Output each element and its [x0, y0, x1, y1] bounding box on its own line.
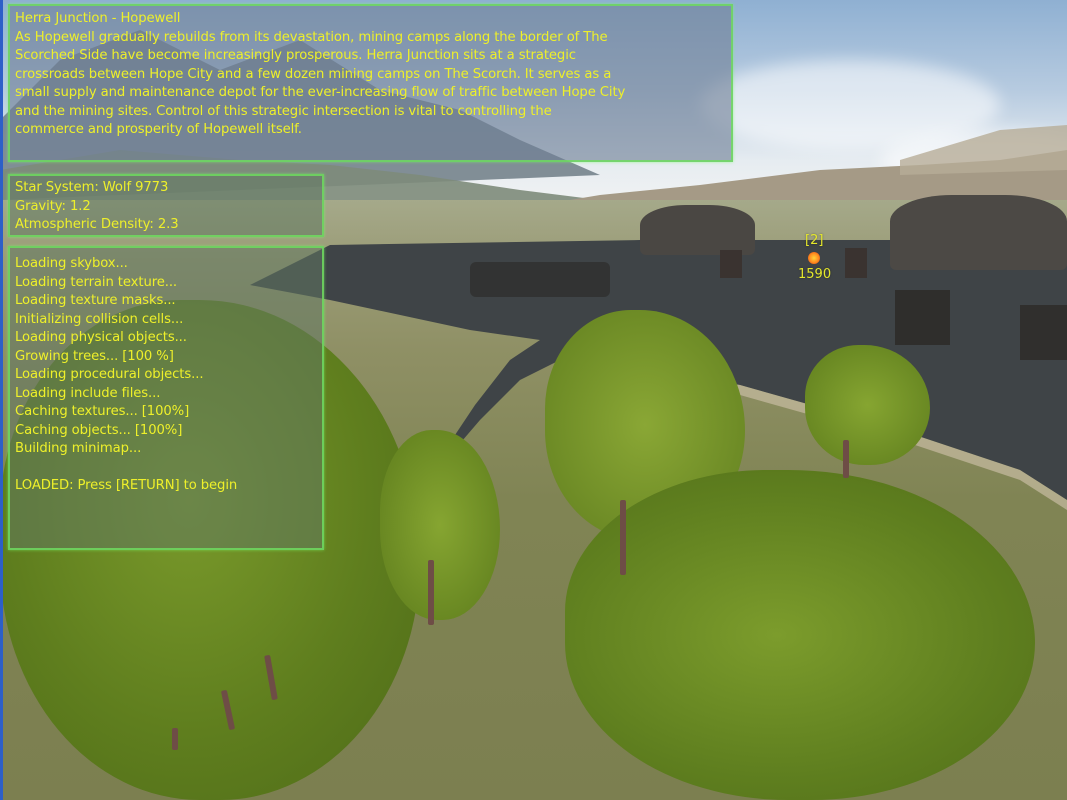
tree-trunk — [843, 440, 849, 478]
log-line: Loading skybox... — [15, 256, 128, 271]
briefing-line: crossroads between Hope City and a few d… — [15, 66, 612, 82]
log-line: Building minimap... — [15, 441, 142, 456]
nav-point-icon[interactable] — [808, 252, 820, 264]
star-system-label: Star System: Wolf 9773 — [15, 180, 169, 195]
briefing-line: Scorched Side have become increasingly p… — [15, 48, 576, 63]
log-line: Caching objects... [100%] — [15, 422, 183, 438]
vehicle — [720, 250, 742, 278]
log-line: Loading texture masks... — [15, 293, 176, 308]
gravity-label: Gravity: 1.2 — [15, 198, 91, 214]
mission-briefing-panel: Herra Junction - Hopewell As Hopewell gr… — [8, 4, 733, 162]
log-line: Initializing collision cells... — [15, 311, 184, 327]
log-line: Loading procedural objects... — [15, 367, 204, 382]
nav-marker-distance: 1590 — [798, 267, 832, 282]
vehicle-cluster — [470, 262, 610, 297]
briefing-line: and the mining sites. Control of this st… — [15, 103, 552, 119]
loading-log-panel: Loading skybox... Loading terrain textur… — [8, 246, 324, 550]
log-line: Loading terrain texture... — [15, 274, 178, 290]
tree-trunk — [620, 500, 626, 575]
tree-trunk — [172, 728, 178, 750]
tree-canopy — [805, 345, 930, 465]
briefing-line: commerce and prosperity of Hopewell itse… — [15, 122, 302, 137]
loaded-prompt[interactable]: LOADED: Press [RETURN] to begin — [15, 477, 317, 496]
log-line: Loading include files... — [15, 385, 161, 401]
mission-title: Herra Junction - Hopewell — [15, 11, 181, 26]
vehicle — [1020, 305, 1067, 360]
atmospheric-density-label: Atmospheric Density: 2.3 — [15, 217, 179, 232]
log-line-blank — [15, 459, 317, 478]
nav-marker-label: [2] — [805, 233, 824, 248]
briefing-line: small supply and maintenance depot for t… — [15, 85, 626, 100]
vehicle — [845, 248, 867, 278]
log-line: Caching textures... [100%] — [15, 404, 190, 419]
tree-trunk — [428, 560, 434, 625]
bunker-structure — [640, 205, 755, 255]
planet-info-panel: Star System: Wolf 9773 Gravity: 1.2 Atmo… — [8, 174, 324, 237]
vehicle — [895, 290, 950, 345]
window-edge — [0, 0, 3, 800]
briefing-line: As Hopewell gradually rebuilds from its … — [15, 29, 608, 45]
log-line: Loading physical objects... — [15, 330, 187, 345]
log-line: Growing trees... [100 %] — [15, 348, 174, 364]
bunker-structure — [890, 195, 1067, 270]
